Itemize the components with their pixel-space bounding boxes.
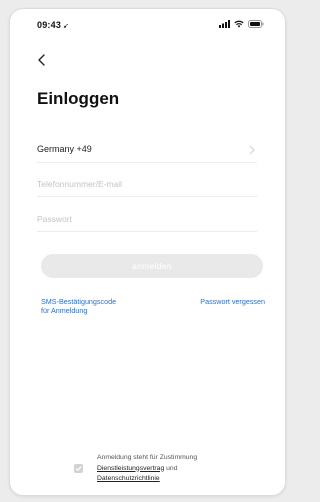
status-time: 09:43 ➹ xyxy=(37,20,69,30)
back-button[interactable] xyxy=(34,52,50,68)
status-icons xyxy=(219,20,264,28)
chevron-left-icon xyxy=(38,54,45,66)
consent-text: Anmeldung steht für Zustimmung Dienstlei… xyxy=(97,453,197,485)
consent-checkbox[interactable] xyxy=(74,464,83,473)
password-input[interactable] xyxy=(37,206,257,231)
consent-privacy-line: Datenschutzrichtlinie xyxy=(97,474,197,485)
privacy-link[interactable]: Datenschutzrichtlinie xyxy=(97,475,160,482)
sms-login-link[interactable]: SMS-Bestätigungscode für Anmeldung xyxy=(41,297,151,315)
phone-screen: 09:43 ➹ Einloggen Germany +49 Telefonnum… xyxy=(9,8,286,496)
terms-link[interactable]: Dienstleistungsvertrag xyxy=(97,465,164,472)
wifi-icon xyxy=(234,20,244,28)
password-field xyxy=(37,206,257,232)
phone-email-input[interactable] xyxy=(37,171,257,196)
status-bar: 09:43 ➹ xyxy=(10,9,285,37)
consent-terms-line: Dienstleistungsvertrag und xyxy=(97,464,197,475)
signal-icon xyxy=(219,20,230,28)
page-title: Einloggen xyxy=(37,89,120,108)
country-selector[interactable]: Germany +49 xyxy=(37,137,257,163)
country-label: Germany +49 xyxy=(37,144,92,154)
consent-line: Anmeldung steht für Zustimmung xyxy=(97,454,198,461)
status-time-text: 09:43 xyxy=(37,20,62,30)
forgot-password-link[interactable]: Passwort vergessen xyxy=(200,297,265,306)
chevron-right-icon xyxy=(249,145,255,155)
check-icon xyxy=(75,466,82,472)
and-text: und xyxy=(164,464,178,472)
location-arrow-icon: ➹ xyxy=(63,23,70,30)
battery-icon xyxy=(248,20,264,28)
login-button[interactable]: anmelden xyxy=(41,254,263,278)
phone-email-field xyxy=(37,171,257,197)
